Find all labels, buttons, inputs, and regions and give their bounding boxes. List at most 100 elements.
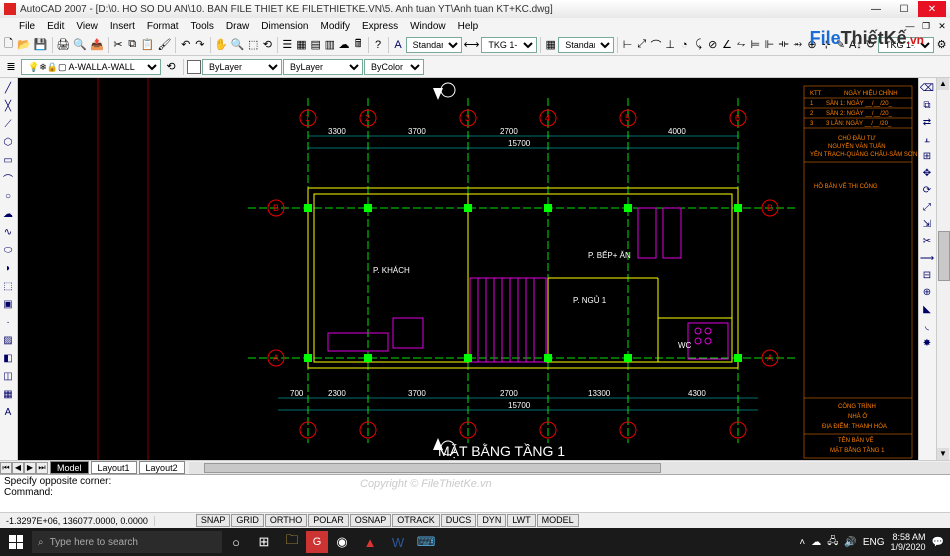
clock[interactable]: 8:58 AM1/9/2020 (891, 532, 926, 552)
horizontal-scrollbar[interactable] (189, 462, 950, 474)
make-block-icon[interactable]: ▣ (0, 296, 16, 312)
tablestyle-select[interactable]: Standard (558, 37, 614, 53)
cut-icon[interactable]: ✂ (111, 36, 124, 54)
menu-help[interactable]: Help (453, 21, 484, 32)
plotstyle-select[interactable]: ByColor (364, 59, 424, 75)
tab-next-icon[interactable]: ▶ (24, 462, 36, 474)
extend-icon[interactable]: ⟶ (919, 250, 935, 266)
menu-file[interactable]: File (14, 21, 40, 32)
toggle-polar[interactable]: POLAR (308, 514, 349, 527)
join-icon[interactable]: ⊕ (919, 284, 935, 300)
matchprop-icon[interactable]: 🖌 (156, 36, 172, 54)
dim-space-icon[interactable]: ⟛ (777, 36, 790, 54)
volume-icon[interactable]: 🔊 (844, 537, 856, 548)
close-button[interactable]: ✕ (918, 1, 946, 17)
mtext-icon[interactable]: A (0, 404, 16, 420)
polygon-icon[interactable]: ⬡ (0, 134, 16, 150)
zoom-window-icon[interactable]: ⬚ (247, 36, 260, 54)
dim-style-icon[interactable]: ⚙ (935, 36, 948, 54)
publish-icon[interactable]: 📤 (89, 36, 105, 54)
language-indicator[interactable]: ENG (863, 537, 885, 548)
plot-icon[interactable]: 🖨 (55, 36, 71, 54)
toggle-otrack[interactable]: OTRACK (392, 514, 440, 527)
xline-icon[interactable]: ╳ (0, 98, 16, 114)
pan-icon[interactable]: ✋ (213, 36, 229, 54)
menu-modify[interactable]: Modify (316, 21, 355, 32)
zoom-icon[interactable]: 🔍 (230, 36, 246, 54)
offset-icon[interactable]: ⫠ (919, 131, 935, 147)
array-icon[interactable]: ⊞ (919, 148, 935, 164)
layer-prev-icon[interactable]: ⟲ (162, 58, 180, 76)
fillet-icon[interactable]: ◟ (919, 318, 935, 334)
dim-jogged-icon[interactable]: ⤹ (692, 36, 705, 54)
table-draw-icon[interactable]: ▦ (0, 386, 16, 402)
notifications-icon[interactable]: 💬 (932, 537, 944, 548)
textstyle-select[interactable]: Standard (406, 37, 462, 53)
move-icon[interactable]: ✥ (919, 165, 935, 181)
gradient-icon[interactable]: ◧ (0, 350, 16, 366)
drawing-canvas[interactable]: 1 2 3 4 5 6 B A B A 3300 3700 2700 4000 … (18, 78, 918, 460)
table-icon[interactable]: ▦ (544, 36, 557, 54)
menu-express[interactable]: Express (357, 21, 403, 32)
dim-quick-icon[interactable]: ⥊ (734, 36, 747, 54)
break-icon[interactable]: ⊟ (919, 267, 935, 283)
menu-format[interactable]: Format (142, 21, 184, 32)
vscroll-thumb[interactable] (938, 231, 950, 281)
dim-ordinate-icon[interactable]: ⊥ (664, 36, 677, 54)
dim-icon[interactable]: ⟷ (463, 36, 481, 54)
dim-baseline-icon[interactable]: ⊨ (749, 36, 762, 54)
toggle-model[interactable]: MODEL (537, 514, 579, 527)
unikey-icon[interactable]: ⌨ (412, 528, 440, 556)
rectangle-icon[interactable]: ▭ (0, 152, 16, 168)
chamfer-icon[interactable]: ◣ (919, 301, 935, 317)
preview-icon[interactable]: 🔍 (72, 36, 88, 54)
dim-aligned-icon[interactable]: ⤢ (635, 36, 648, 54)
word-icon[interactable]: W (384, 528, 412, 556)
dim-continue-icon[interactable]: ⊩ (763, 36, 776, 54)
menu-window[interactable]: Window (405, 21, 451, 32)
ellipse-arc-icon[interactable]: ◗ (0, 260, 16, 276)
scale-icon[interactable]: ⤢ (919, 199, 935, 215)
sheetset-icon[interactable]: ▥ (323, 36, 336, 54)
save-icon[interactable]: 💾 (33, 36, 49, 54)
maximize-button[interactable]: ☐ (890, 1, 918, 17)
tray-overflow-icon[interactable]: ˄ (799, 537, 805, 548)
toggle-grid[interactable]: GRID (231, 514, 264, 527)
line-icon[interactable]: ╱ (0, 80, 16, 96)
dim-break-icon[interactable]: ⥇ (791, 36, 804, 54)
menu-draw[interactable]: Draw (221, 21, 254, 32)
hatch-icon[interactable]: ▨ (0, 332, 16, 348)
properties-icon[interactable]: ☰ (281, 36, 294, 54)
calc-icon[interactable]: 🖩 (352, 36, 365, 54)
pline-icon[interactable]: ⟋ (0, 116, 16, 132)
chrome-icon[interactable]: ◉ (328, 528, 356, 556)
menu-insert[interactable]: Insert (105, 21, 140, 32)
explorer-icon[interactable]: 🗀 (278, 528, 306, 556)
toolpalette-icon[interactable]: ▤ (309, 36, 322, 54)
circle-icon[interactable]: ○ (0, 188, 16, 204)
toggle-ortho[interactable]: ORTHO (265, 514, 307, 527)
linetype-select[interactable]: ByLayer (202, 59, 282, 75)
tab-first-icon[interactable]: ⏮ (0, 462, 12, 474)
layer-select[interactable]: 💡❄🔒▢ A-WALLA-WALL (21, 59, 161, 75)
minimize-button[interactable]: — (862, 1, 890, 17)
markup-icon[interactable]: ☁ (337, 36, 350, 54)
taskview-icon[interactable]: ⊞ (250, 528, 278, 556)
copy-obj-icon[interactable]: ⧉ (919, 97, 935, 113)
lineweight-select[interactable]: ByLayer (283, 59, 363, 75)
toggle-dyn[interactable]: DYN (477, 514, 506, 527)
dim-angular-icon[interactable]: ∠ (720, 36, 733, 54)
undo-icon[interactable]: ↶ (179, 36, 192, 54)
stretch-icon[interactable]: ⇲ (919, 216, 935, 232)
tab-model[interactable]: Model (50, 461, 89, 474)
tab-prev-icon[interactable]: ◀ (12, 462, 24, 474)
autocad-task-icon[interactable]: ▲ (356, 528, 384, 556)
arc-icon[interactable]: ⌒ (0, 170, 16, 186)
taskbar-app-1[interactable]: G (306, 531, 328, 553)
taskbar-search[interactable]: ⌕ Type here to search (32, 531, 222, 553)
insert-block-icon[interactable]: ⬚ (0, 278, 16, 294)
start-button[interactable] (0, 528, 32, 556)
toggle-ducs[interactable]: DUCS (441, 514, 477, 527)
revcloud-icon[interactable]: ☁ (0, 206, 16, 222)
menu-dimension[interactable]: Dimension (256, 21, 313, 32)
